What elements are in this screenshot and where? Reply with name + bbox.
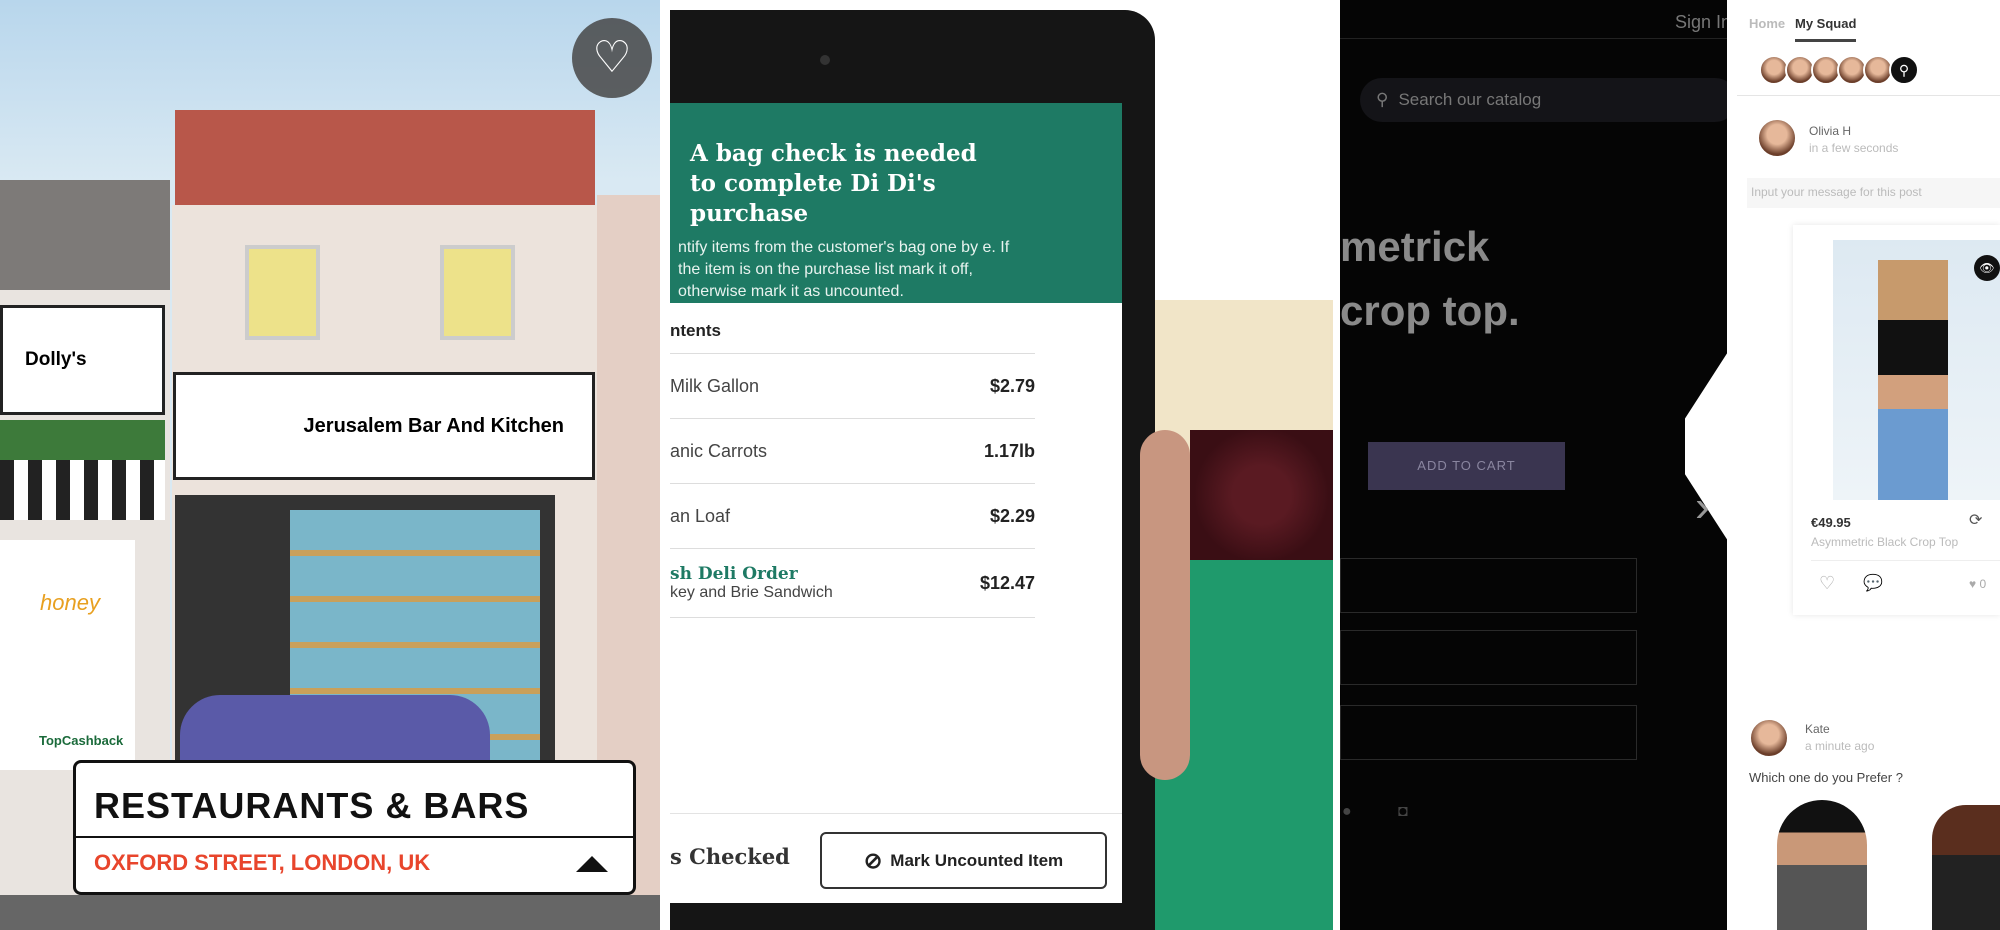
roof xyxy=(175,110,595,205)
bag-check-panel: A bag check is needed to complete Di Di'… xyxy=(670,0,1333,930)
item-value: $12.47 xyxy=(979,572,1035,593)
facebook-icon[interactable]: ● xyxy=(1342,803,1352,821)
item-name: Milk Gallon xyxy=(670,375,760,396)
squad-avatars: ⚲ xyxy=(1759,55,1919,85)
product-title-line: crop top. xyxy=(1340,287,1520,334)
window xyxy=(440,245,515,340)
shop-name: Jerusalem Bar And Kitchen xyxy=(303,414,564,437)
grapes xyxy=(1190,430,1333,560)
list-title: ntents xyxy=(670,321,721,340)
option-image[interactable] xyxy=(1777,800,1867,930)
add-to-cart-button[interactable]: ADD TO CART xyxy=(1368,442,1565,490)
share-icon[interactable]: ⟳ xyxy=(1969,510,1982,530)
text-field[interactable] xyxy=(1340,630,1637,685)
header-title: A bag check is needed to complete Di Di'… xyxy=(690,140,977,227)
item-name: an Loaf xyxy=(670,505,731,526)
product-card[interactable]: 👁 €49.95 Asymmetric Black Crop Top ⟳ ♡ 💬… xyxy=(1793,225,2000,615)
like-count: ♥ 0 xyxy=(1969,577,1987,591)
header-body: ntify items from the customer's bag one … xyxy=(678,239,1010,300)
location-card[interactable]: RESTAURANTS & BARS OXFORD STREET, LONDON… xyxy=(73,760,636,895)
heart-icon: ♡ xyxy=(592,33,632,82)
heart-icon[interactable]: ♡ xyxy=(1819,573,1835,594)
car xyxy=(180,695,490,770)
post-time: in a few seconds xyxy=(1809,141,1899,155)
triangle-up-icon[interactable] xyxy=(576,856,608,872)
list-item[interactable]: sh Deli Order key and Brie Sandwich $12.47 xyxy=(670,548,1035,618)
item-subtitle: key and Brie Sandwich xyxy=(670,584,833,601)
item-value: $2.29 xyxy=(989,505,1035,526)
list-item[interactable]: anic Carrots 1.17lb xyxy=(670,418,1035,483)
avatar[interactable] xyxy=(1749,718,1789,758)
like-count-value: 0 xyxy=(1979,577,1987,591)
roof-left xyxy=(0,180,170,290)
tab-my-squad[interactable]: My Squad xyxy=(1795,16,1857,42)
awning xyxy=(0,460,165,520)
checked-label: s Checked xyxy=(670,844,790,869)
product-title-line: metrick xyxy=(1340,223,1490,270)
window xyxy=(245,245,320,340)
squad-sidebar: Home My Squad ⚲ Olivia H in a few second… xyxy=(1737,0,2000,930)
product-name: Asymmetric Black Crop Top xyxy=(1811,535,1959,549)
post-time: a minute ago xyxy=(1805,739,1875,753)
instagram-icon[interactable]: ◘ xyxy=(1398,803,1408,821)
location-text: OXFORD STREET, LONDON, UK xyxy=(94,850,431,875)
shop-app-panel: Sign In ⚲ Search our catalog metrick crop … xyxy=(1340,0,2000,930)
button-label: Mark Uncounted Item xyxy=(890,850,1064,870)
favorite-button[interactable]: ♡ xyxy=(572,18,652,98)
shop-sign-dollys: Dolly's xyxy=(0,305,165,415)
divider xyxy=(1811,560,2000,561)
tablet-screen: A bag check is needed to complete Di Di'… xyxy=(670,103,1122,903)
sign-in-link[interactable]: Sign In xyxy=(1675,12,1731,33)
mark-uncounted-button[interactable]: ⊘ Mark Uncounted Item xyxy=(820,832,1107,889)
search-icon: ⚲ xyxy=(1376,90,1389,109)
avatar[interactable] xyxy=(1757,118,1797,158)
product-image xyxy=(1833,240,2000,500)
product-price: €49.95 xyxy=(1811,515,1851,530)
topcashback-sign: TopCashback xyxy=(36,732,127,749)
item-name: anic Carrots xyxy=(670,440,768,461)
bag-check-header: A bag check is needed to complete Di Di'… xyxy=(670,103,1122,303)
chevron-right-icon[interactable]: › xyxy=(1695,482,1710,532)
flower-box xyxy=(0,420,165,460)
message-input[interactable]: Input your message for this post xyxy=(1747,178,2000,208)
footer-bar: s Checked ⊘ Mark Uncounted Item xyxy=(670,813,1122,903)
list-item[interactable]: Milk Gallon $2.79 xyxy=(670,353,1035,418)
item-value: $2.79 xyxy=(989,375,1035,396)
street xyxy=(0,895,660,930)
text-field[interactable] xyxy=(1340,558,1637,613)
text-field[interactable] xyxy=(1340,705,1637,760)
view-icon[interactable]: 👁 xyxy=(1974,255,2000,281)
category-title: RESTAURANTS & BARS xyxy=(76,763,633,838)
shop-name: Dolly's xyxy=(25,349,87,370)
item-name: sh Deli Order xyxy=(670,564,798,584)
prohibited-icon: ⊘ xyxy=(863,847,883,873)
search-placeholder: Search our catalog xyxy=(1398,90,1542,109)
shop-sign-jerusalem: Jerusalem Bar And Kitchen xyxy=(173,372,595,480)
hand xyxy=(1140,430,1190,780)
comment-icon[interactable]: 💬 xyxy=(1863,573,1883,593)
option-image[interactable] xyxy=(1932,805,2000,930)
tab-home[interactable]: Home xyxy=(1749,16,1785,31)
storefront-panel: Dolly's Jerusalem Bar And Kitchen honey … xyxy=(0,0,660,930)
model xyxy=(1878,260,1948,500)
product-title: metrick crop top. xyxy=(1340,215,1520,343)
post-text: Which one do you Prefer ? xyxy=(1749,770,1903,785)
post-user: Kate xyxy=(1805,722,1830,736)
item-value: 1.17lb xyxy=(983,440,1035,461)
post-user: Olivia H xyxy=(1809,124,1852,138)
shop-name: honey xyxy=(40,590,100,615)
search-input[interactable]: ⚲ Search our catalog xyxy=(1360,78,1737,122)
divider xyxy=(1340,38,1737,39)
list-item[interactable]: an Loaf $2.29 xyxy=(670,483,1035,548)
camera xyxy=(820,55,830,65)
divider xyxy=(1737,95,2000,96)
add-member-icon[interactable]: ⚲ xyxy=(1889,55,1919,85)
